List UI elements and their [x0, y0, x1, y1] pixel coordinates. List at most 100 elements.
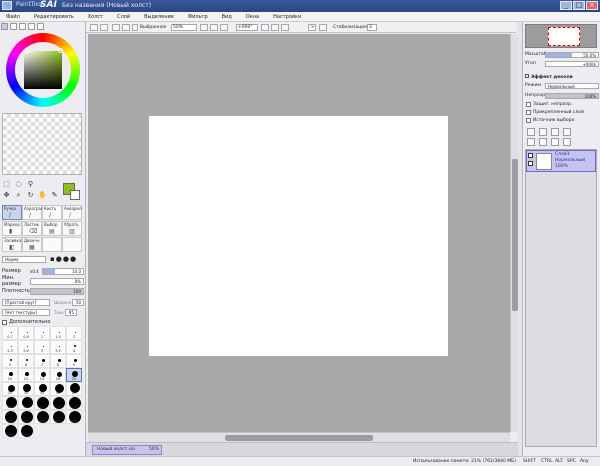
menu-file[interactable]: Файл [6, 14, 20, 20]
menu-edit[interactable]: Редактировать [34, 14, 74, 20]
brush-size-preset[interactable]: 50 [66, 382, 82, 396]
vertical-scrollbar[interactable] [510, 34, 518, 432]
maximize-button[interactable]: □ [573, 1, 585, 10]
brush-size-preset[interactable]: 1.5 [50, 326, 66, 340]
brush-size-preset[interactable]: 160 [2, 410, 18, 424]
brush-size-preset[interactable]: 25 [2, 382, 18, 396]
close-button[interactable]: × [586, 1, 598, 10]
color-wheel-mode-button[interactable] [1, 23, 8, 30]
magic-wand-icon[interactable]: ⚲ [26, 180, 35, 189]
rect-select-icon[interactable]: ⬚ [2, 180, 11, 189]
texture-dropdown[interactable]: [Нет текстуры] [2, 308, 50, 316]
brush-size-preset[interactable]: 300 [50, 410, 66, 424]
lasso-icon[interactable]: ◌ [14, 180, 23, 189]
brush-size-preset[interactable]: 7 [34, 354, 50, 368]
zoom-field[interactable]: 50% [171, 24, 197, 31]
brush-size-preset[interactable]: 120 [66, 396, 82, 410]
brush-size-preset[interactable]: 16 [50, 368, 66, 382]
menu-layer[interactable]: Слой [117, 14, 130, 20]
hand-icon[interactable]: ✋ [38, 191, 47, 200]
effects-header[interactable]: Эффект деколи [525, 74, 573, 80]
brush-size-preset[interactable]: 0.7 [2, 326, 18, 340]
new-linework-layer-button[interactable] [539, 128, 547, 136]
brush-size-preset[interactable]: 5 [2, 354, 18, 368]
brush-size-preset[interactable]: 2 [66, 326, 82, 340]
advanced-checkbox[interactable] [2, 319, 7, 325]
selection-source-checkbox[interactable]: Источник выбора [526, 118, 574, 123]
brush-bucket[interactable]: Заливка ◧ [2, 237, 22, 252]
flip-horizontal-button[interactable] [319, 24, 327, 31]
advanced-label[interactable]: Дополнительно [9, 319, 50, 325]
dropper-icon[interactable]: ✎ [50, 191, 59, 200]
hsv-slider-mode-button[interactable] [19, 23, 26, 30]
brush-size-preset[interactable]: 500 [18, 424, 34, 438]
brush-size-preset[interactable]: 6 [18, 354, 34, 368]
density-slider[interactable]: 100 [30, 287, 84, 295]
layer-blend-dropdown[interactable]: Нормальный [545, 82, 599, 89]
menu-settings[interactable]: Настройки [273, 14, 301, 20]
redo-button[interactable] [100, 24, 108, 31]
brush-empty-slot[interactable] [42, 237, 62, 252]
preserve-opacity-checkbox[interactable]: Защит. непрозр. [526, 102, 572, 107]
swatch-mode-button[interactable] [28, 23, 35, 30]
flip-button[interactable]: > [308, 24, 316, 31]
canvas[interactable] [149, 116, 448, 356]
minimize-button[interactable]: _ [560, 1, 572, 10]
texture-value[interactable]: 95 [64, 308, 77, 316]
brush-size-preset[interactable]: 35 [34, 382, 50, 396]
layer-opacity-slider[interactable]: 100% [545, 92, 599, 99]
brush-size-preset[interactable]: 3.5 [50, 340, 66, 354]
shape-value[interactable]: 50 [72, 298, 85, 306]
brush-size-preset[interactable]: 2.3 [2, 340, 18, 354]
brush-size-preset[interactable]: 250 [34, 410, 50, 424]
selection-checkbox[interactable] [132, 24, 138, 31]
brush-size-preset[interactable]: 8 [50, 354, 66, 368]
brush-select[interactable]: Выбор ▤ [42, 221, 62, 236]
brush-binary[interactable]: Двоичн. ▦ [22, 237, 42, 252]
brush-marker[interactable]: Маркер ▮ [2, 221, 22, 236]
brush-size-preset[interactable]: 350 [66, 410, 82, 424]
scratchpad[interactable] [2, 113, 82, 175]
clear-layer-button[interactable] [551, 138, 559, 146]
scratch-mode-button[interactable] [37, 23, 44, 30]
brush-size-preset[interactable]: 100 [50, 396, 66, 410]
brush-size-preset[interactable]: 0.8 [18, 326, 34, 340]
brush-size-preset[interactable]: 12 [18, 368, 34, 382]
zoom-in-button[interactable] [200, 24, 208, 31]
brush-airbrush[interactable]: Аэрограф/ [22, 205, 42, 220]
brush-size-preset[interactable]: 70 [18, 396, 34, 410]
navigator-view-frame[interactable] [548, 27, 580, 46]
zoom-out-button[interactable] [210, 24, 218, 31]
brush-edge-icons[interactable]: ▪●●● [50, 255, 77, 263]
horizontal-scroll-thumb[interactable] [225, 435, 373, 441]
zoom-icon[interactable]: ⌕ [14, 191, 23, 200]
layer-row[interactable]: Слой1 Нормальный 100% [526, 150, 596, 172]
canvas-viewport[interactable] [88, 34, 510, 432]
zoom-reset-button[interactable] [220, 24, 228, 31]
brush-size-preset[interactable]: 9 [66, 354, 82, 368]
brush-size-preset[interactable]: 3 [34, 340, 50, 354]
brush-size-preset[interactable]: 1 [34, 326, 50, 340]
brush-watercolor[interactable]: Акварель / [62, 205, 82, 220]
new-folder-button[interactable] [551, 128, 559, 136]
brush-size-preset[interactable]: 14 [34, 368, 50, 382]
color-square[interactable] [24, 51, 62, 89]
menu-filter[interactable]: Фильтр [188, 14, 208, 20]
min-size-slider[interactable]: 0% [30, 277, 84, 285]
eye-icon[interactable] [528, 153, 533, 158]
undo-button[interactable] [90, 24, 98, 31]
brush-pen[interactable]: Ручка / [2, 205, 22, 220]
edit-pencil-icon[interactable] [528, 161, 533, 166]
nav-angle-slider[interactable]: +000$ [545, 60, 599, 67]
stabilizer-dropdown[interactable]: 3 [367, 24, 377, 31]
brush-size-preset[interactable]: 20 [66, 368, 82, 382]
new-layer-button[interactable] [527, 128, 535, 136]
navigator-preview[interactable] [525, 24, 597, 48]
menu-canvas[interactable]: Холст [88, 14, 103, 20]
rotate-left-button[interactable] [261, 24, 269, 31]
nav-zoom-slider[interactable]: 50.0% [545, 51, 599, 58]
invert-selection-button[interactable] [122, 24, 130, 31]
brush-brush[interactable]: Кисть / [42, 205, 62, 220]
document-tab[interactable]: Новый холст.sai 50% [92, 445, 162, 455]
brush-size-preset[interactable]: 10 [2, 368, 18, 382]
